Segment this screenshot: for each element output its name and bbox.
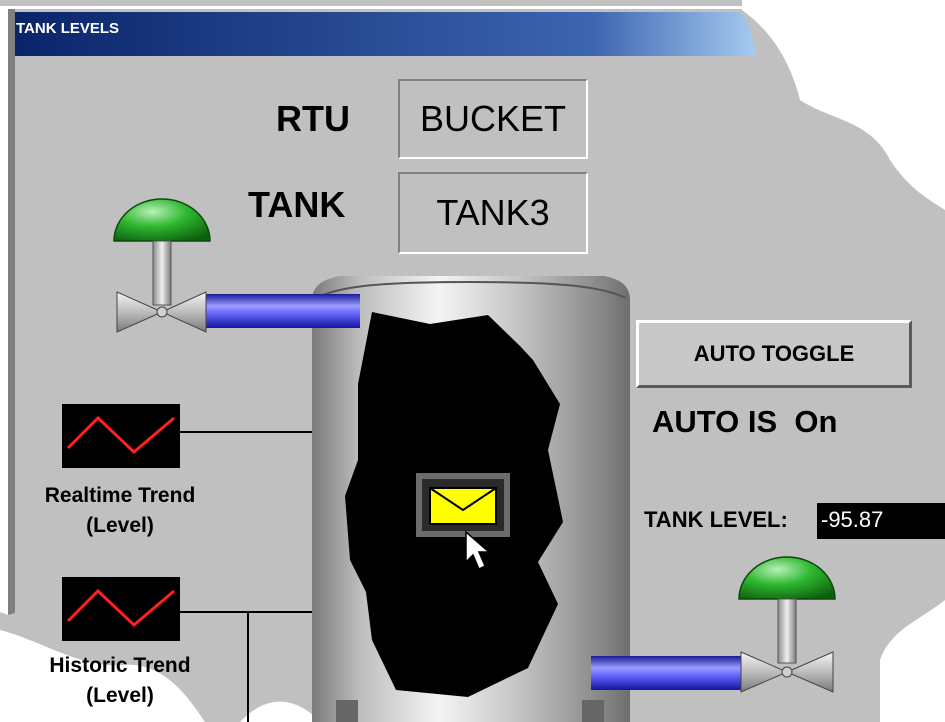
tank-label: TANK <box>248 184 346 225</box>
auto-toggle-button[interactable]: AUTO TOGGLE <box>636 320 912 388</box>
tank-value: TANK3 <box>398 172 588 254</box>
window-title: TANK LEVELS <box>16 20 120 37</box>
envelope-icon <box>416 473 510 537</box>
rtu-label: RTU <box>276 98 350 139</box>
inlet-pipe <box>206 294 360 328</box>
trend-icon <box>66 415 175 455</box>
tank-level-label: TANK LEVEL: <box>644 507 788 532</box>
realtime-trend-sublabel: (Level) <box>86 514 154 537</box>
tank-level-readout: -95.87 <box>817 503 945 539</box>
realtime-trend-button[interactable] <box>62 404 180 468</box>
historic-trend-label: Historic Trend <box>49 654 191 677</box>
outlet-pipe <box>591 656 741 690</box>
hmi-screen: TANK LEVELS RTU BUCKET TANK TANK3 AUTO T… <box>0 0 945 722</box>
historic-trend-sublabel: (Level) <box>86 684 154 707</box>
trend-icon <box>66 588 175 628</box>
rtu-value: BUCKET <box>398 79 588 159</box>
auto-status: AUTO IS On <box>652 404 838 439</box>
realtime-trend-label: Realtime Trend <box>44 484 196 507</box>
historic-trend-button[interactable] <box>62 577 180 641</box>
